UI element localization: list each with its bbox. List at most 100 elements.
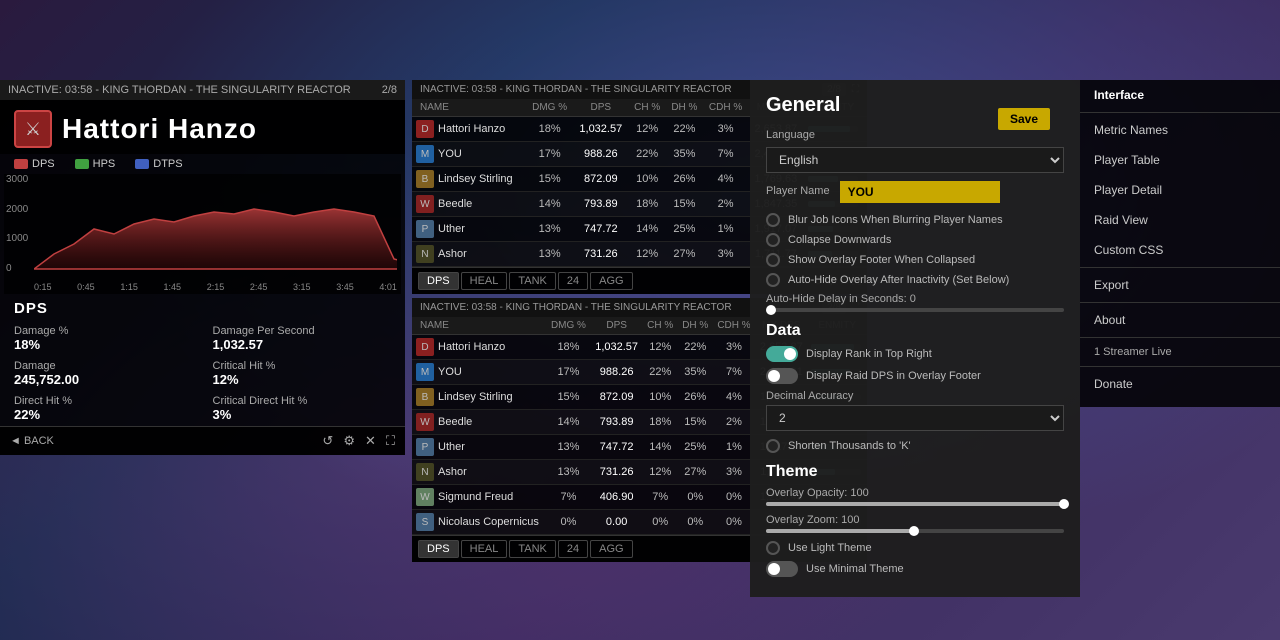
checkbox[interactable] [766,253,780,267]
tab-tank-1[interactable]: TANK [509,272,556,290]
streamer-live[interactable]: 1 Streamer Live [1080,340,1280,364]
cell-name: S Nicolaus Copernicus [412,510,546,535]
cell-dh: 35% [678,360,713,385]
cell-dh: 27% [666,242,703,267]
stats-grid: Damage % 18% Damage Per Second 1,032.57 … [0,321,405,426]
cell-dmg: 13% [546,435,590,460]
left-header-badge: 2/8 [382,84,397,96]
sidebar-divider-3 [1080,302,1280,303]
legend-dtps: DTPS [135,158,182,170]
expand-icon[interactable]: ⛶ [386,433,395,449]
auto-hide-row: Auto-Hide Delay in Seconds: 0 [766,293,1064,312]
cell-dmg: 7% [546,485,590,510]
cell-dmg: 13% [526,242,573,267]
tab-dps-1[interactable]: DPS [418,272,459,290]
decimal-label: Decimal Accuracy [766,390,1064,402]
col-ch: CH % [629,99,666,117]
auto-hide-label: Auto-Hide Delay in Seconds: 0 [766,293,1064,305]
left-panel-header: INACTIVE: 03:58 - KING THORDAN - THE SIN… [0,80,405,100]
toggle-label: Display Raid DPS in Overlay Footer [806,370,981,382]
light-theme-checkbox[interactable] [766,541,780,555]
cell-dh: 35% [666,142,703,167]
toggle-row: Display Raid DPS in Overlay Footer [766,368,1064,384]
tab-agg-2[interactable]: AGG [590,540,632,558]
sidebar-item-raid-view[interactable]: Raid View [1080,205,1280,235]
sidebar-item-player-table[interactable]: Player Table [1080,145,1280,175]
toggle[interactable] [766,368,798,384]
player-name-display: Hattori Hanzo [62,113,257,145]
tab-heal-1[interactable]: HEAL [461,272,508,290]
checkbox[interactable] [766,273,780,287]
zoom-slider[interactable] [766,529,1064,533]
legend-hps-label: HPS [93,158,116,170]
player-name-input[interactable] [840,181,1000,203]
player-name-label: Player Name [766,185,830,197]
cell-cdh: 2% [713,410,755,435]
cell-dps: 731.26 [591,460,643,485]
panel1-title: INACTIVE: 03:58 - KING THORDAN - THE SIN… [420,84,732,95]
sidebar-divider-4 [1080,337,1280,338]
cell-ch: 22% [629,142,666,167]
minimal-theme-toggle[interactable] [766,561,798,577]
tab-heal-2[interactable]: HEAL [461,540,508,558]
panel2-title: INACTIVE: 03:58 - KING THORDAN - THE SIN… [420,302,732,313]
cell-dps: 747.72 [591,435,643,460]
settings-icon[interactable]: ⚙ [343,433,355,449]
sidebar-item-custom-css[interactable]: Custom CSS [1080,235,1280,265]
checkbox[interactable] [766,213,780,227]
toggle[interactable] [766,346,798,362]
tab-tank-2[interactable]: TANK [509,540,556,558]
job-icon: ⚔ [14,110,52,148]
opacity-slider[interactable] [766,502,1064,506]
cell-cdh: 0% [713,485,755,510]
auto-hide-slider[interactable] [766,308,1064,312]
cell-dmg: 14% [546,410,590,435]
sidebar-item-interface[interactable]: Interface [1080,80,1280,110]
sidebar-item-donate[interactable]: Donate [1080,369,1280,399]
sidebar-item-player-detail[interactable]: Player Detail [1080,175,1280,205]
tab-24-2[interactable]: 24 [558,540,588,558]
shorten-checkbox[interactable] [766,439,780,453]
tab-dps-2[interactable]: DPS [418,540,459,558]
checkbox-row: Collapse Downwards [766,233,1064,247]
cell-ch: 18% [643,410,678,435]
cell-name: M YOU [412,142,526,167]
back-button[interactable]: ◄ BACK [10,435,54,447]
cell-dh: 22% [666,117,703,142]
cell-dps: 1,032.57 [591,335,643,360]
sidebar-divider-5 [1080,366,1280,367]
reset-icon[interactable]: ↺ [322,433,333,449]
cell-dh: 0% [678,485,713,510]
language-select[interactable]: English [766,147,1064,173]
col2-name: NAME [412,317,546,335]
legend-dtps-label: DTPS [153,158,182,170]
legend-hps-dot [75,159,89,169]
tab-24-1[interactable]: 24 [558,272,588,290]
sidebar-divider-2 [1080,267,1280,268]
sidebar-item-export[interactable]: Export [1080,270,1280,300]
cell-name: W Sigmund Freud [412,485,546,510]
save-button[interactable]: Save [998,108,1050,130]
close-icon[interactable]: ✕ [365,433,376,449]
cell-dps: 747.72 [573,217,628,242]
col-cdh: CDH % [703,99,748,117]
toggle-row: Display Rank in Top Right [766,346,1064,362]
cell-cdh: 1% [713,435,755,460]
stat-dh: Direct Hit % 22% [14,395,193,422]
cell-cdh: 3% [713,335,755,360]
cell-ch: 10% [629,167,666,192]
cell-name: N Ashor [412,242,526,267]
checkbox-row: Auto-Hide Overlay After Inactivity (Set … [766,273,1064,287]
decimal-row: Decimal Accuracy 2 [766,390,1064,431]
stat-damage: Damage 245,752.00 [14,360,193,387]
chart-y-labels: 3000 2000 1000 0 [6,174,28,274]
cell-dmg: 13% [526,217,573,242]
col-dmg: DMG % [526,99,573,117]
tab-agg-1[interactable]: AGG [590,272,632,290]
sidebar-item-about[interactable]: About [1080,305,1280,335]
cell-name: B Lindsey Stirling [412,167,526,192]
left-panel: INACTIVE: 03:58 - KING THORDAN - THE SIN… [0,80,405,455]
sidebar-item-metric-names[interactable]: Metric Names [1080,115,1280,145]
checkbox[interactable] [766,233,780,247]
decimal-select[interactable]: 2 [766,405,1064,431]
